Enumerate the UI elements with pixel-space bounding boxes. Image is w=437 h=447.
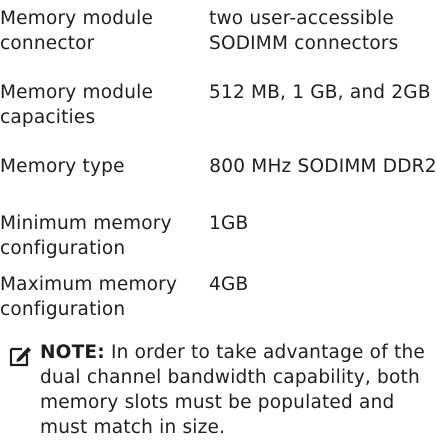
note-text: NOTE: In order to take advantage of the … (40, 340, 437, 440)
spec-value: 4GB (209, 274, 249, 295)
spec-label: Minimum memory configuration (0, 213, 172, 259)
spec-label: Memory type (0, 156, 125, 177)
spec-label: Maximum memory configuration (0, 274, 178, 320)
spec-label: Memory module connector (0, 8, 154, 54)
spec-value: two user-accessible SODIMM connectors (209, 8, 399, 54)
note-label: NOTE: (40, 342, 105, 363)
spec-value: 1GB (209, 213, 249, 234)
spec-value: 512 MB, 1 GB, and 2GB (209, 82, 431, 103)
spec-value: 800 MHz SODIMM DDR2 (209, 156, 437, 177)
note-pencil-icon (8, 344, 32, 368)
spec-label: Memory module capacities (0, 82, 154, 128)
